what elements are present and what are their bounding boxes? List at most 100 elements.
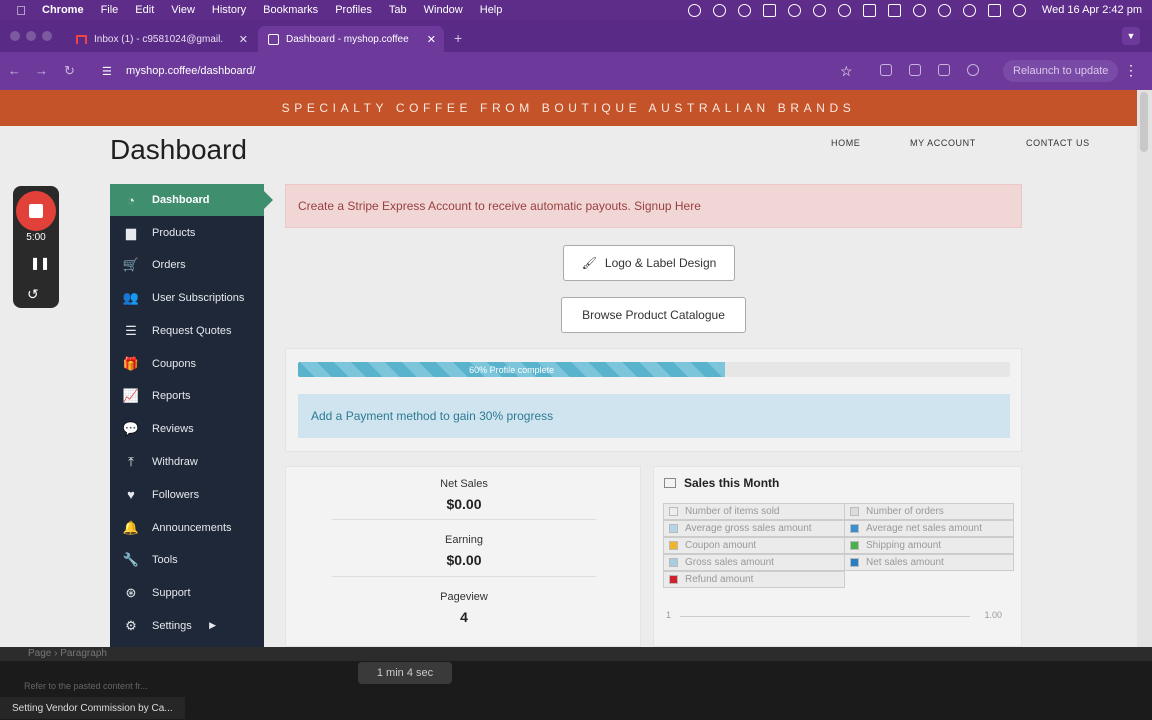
app-badge-icon[interactable] [762,3,776,17]
macos-menubar:  Chrome File Edit View History Bookmark… [0,0,1152,20]
url-text[interactable]: myshop.coffee/dashboard/ [126,65,255,77]
siri-icon[interactable] [1012,3,1026,17]
sidebar-item-coupons[interactable]: 🎁 Coupons [110,348,264,380]
cart-icon: 🛒 [122,257,140,272]
spotlight-search-icon[interactable] [962,3,976,17]
zoom-window-button[interactable] [42,31,52,41]
legend-item[interactable]: Shipping amount [844,537,1014,554]
legend-item[interactable]: Average gross sales amount [663,520,845,537]
browse-catalogue-button[interactable]: Browse Product Catalogue [561,297,746,333]
legend-label: Coupon amount [685,540,757,551]
chrome-menu-icon[interactable]: ⋮ [1124,62,1138,79]
battery-icon[interactable] [887,3,901,17]
legend-item[interactable]: Number of items sold [663,503,845,520]
sidebar-item-user-subscriptions[interactable]: 👥 User Subscriptions [110,282,264,314]
play-icon[interactable] [837,3,851,17]
stripe-alert[interactable]: Create a Stripe Express Account to recei… [285,184,1022,228]
sidebar-item-followers[interactable]: ♥ Followers [110,479,264,511]
sidebar-item-announcements[interactable]: 🔔 Announcements [110,512,264,544]
restart-icon[interactable]: ↺ [27,286,39,303]
wifi-icon[interactable] [912,3,926,17]
site-settings-icon[interactable]: ☰ [102,65,116,78]
legend-item[interactable]: Net sales amount [844,554,1014,571]
progress-fill: 60% Profile complete [298,362,726,377]
profile-progress-card: 60% Profile complete Add a Payment metho… [285,348,1022,452]
axis-tick-right: 1.00 [984,610,1002,620]
page-scrollbar[interactable] [1137,90,1152,647]
apple-icon[interactable]:  [14,3,28,18]
pause-icon[interactable]: ❚❚ [30,256,50,270]
bookmark-star-icon[interactable]: ☆ [840,63,853,80]
extension-icon[interactable] [880,64,892,76]
browser-toolbar: ← → ↻ ☰ myshop.coffee/dashboard/ ☆ Relau… [0,52,1152,90]
menu-help[interactable]: Help [480,4,503,16]
sidebar-item-support[interactable]: ⊛ Support [110,577,264,609]
new-tab-icon[interactable]: + [454,30,462,46]
brightness-icon[interactable] [712,3,726,17]
timer-icon[interactable] [787,3,801,17]
sidebar-item-reports[interactable]: 📈 Reports [110,380,264,412]
tab-dashboard[interactable]: Dashboard - myshop.coffee ✕ [258,26,444,52]
logo-label-design-button[interactable]: 🖌 Logo & Label Design [563,245,735,281]
stop-recording-button[interactable] [16,191,56,231]
legend-swatch [669,575,678,584]
close-window-button[interactable] [10,31,20,41]
sidebar-item-orders[interactable]: 🛒 Orders [110,249,264,281]
user-icon[interactable] [937,3,951,17]
sidebar-item-dashboard[interactable]: ◔ Dashboard [110,184,273,216]
forward-icon[interactable]: → [35,63,48,78]
close-tab-icon[interactable]: ✕ [427,33,436,46]
background-status[interactable]: Setting Vendor Commission by Ca... [0,697,185,719]
legend-swatch [850,558,859,567]
address-bar[interactable]: ☰ myshop.coffee/dashboard/ [94,58,864,84]
legend-item[interactable]: Number of orders [844,503,1014,520]
volume-icon[interactable] [862,3,876,17]
menu-bookmarks[interactable]: Bookmarks [263,4,318,16]
control-center-icon[interactable] [987,3,1001,17]
menu-app-name[interactable]: Chrome [42,4,84,16]
menu-view[interactable]: View [171,4,195,16]
status-app-icon[interactable] [687,3,701,17]
legend-label: Number of items sold [685,506,780,517]
minimize-window-button[interactable] [26,31,36,41]
tab-label: Dashboard - myshop.coffee [286,33,409,45]
clock[interactable]: Wed 16 Apr 2:42 pm [1042,4,1142,16]
close-tab-icon[interactable]: ✕ [239,33,248,46]
reload-icon[interactable]: ↻ [64,63,75,79]
menu-file[interactable]: File [101,4,119,16]
gauge-icon: ◔ [127,192,135,208]
nav-contact-us[interactable]: CONTACT US [1026,138,1090,148]
relaunch-button[interactable]: Relaunch to update [1003,60,1119,82]
sidebar-item-request-quotes[interactable]: ☰ Request Quotes [110,315,264,347]
legend-item[interactable]: Coupon amount [663,537,845,554]
payment-method-info[interactable]: Add a Payment method to gain 30% progres… [298,394,1010,438]
bluetooth-icon[interactable] [812,3,826,17]
nav-my-account[interactable]: MY ACCOUNT [910,138,976,148]
scrollbar-thumb[interactable] [1140,92,1148,152]
back-icon[interactable]: ← [8,63,21,78]
extension-icon[interactable] [909,64,921,76]
paintbrush-icon: 🖌 [581,256,597,270]
sidebar-item-withdraw[interactable]: ⤒ Withdraw [110,446,264,478]
legend-item[interactable]: Average net sales amount [844,520,1014,537]
puzzle-icon[interactable] [938,64,950,76]
nav-home[interactable]: HOME [831,138,860,148]
legend-item[interactable]: Refund amount [663,571,845,588]
sidebar-item-reviews[interactable]: 💬 Reviews [110,413,264,445]
sidebar-item-products[interactable]: ▆ Products [110,217,264,249]
sync-icon[interactable] [737,3,751,17]
sidebar-item-settings[interactable]: ⚙ Settings ▶ [110,610,264,642]
profile-progress-bar: 60% Profile complete [298,362,1010,377]
menu-edit[interactable]: Edit [135,4,154,16]
tab-inbox[interactable]: Inbox (1) - c9581024@gmail. ✕ [66,26,256,52]
legend-item[interactable]: Gross sales amount [663,554,845,571]
menu-history[interactable]: History [212,4,246,16]
menu-profiles[interactable]: Profiles [335,4,372,16]
profile-avatar-icon[interactable] [967,64,979,76]
sidebar-item-tools[interactable]: 🔧 Tools [110,544,264,576]
tab-search-chevron-icon[interactable]: ▼ [1122,27,1140,45]
browser-tabbar: Inbox (1) - c9581024@gmail. ✕ Dashboard … [0,20,1152,52]
axis-tick-left: 1 [666,610,672,620]
menu-tab[interactable]: Tab [389,4,407,16]
menu-window[interactable]: Window [424,4,463,16]
